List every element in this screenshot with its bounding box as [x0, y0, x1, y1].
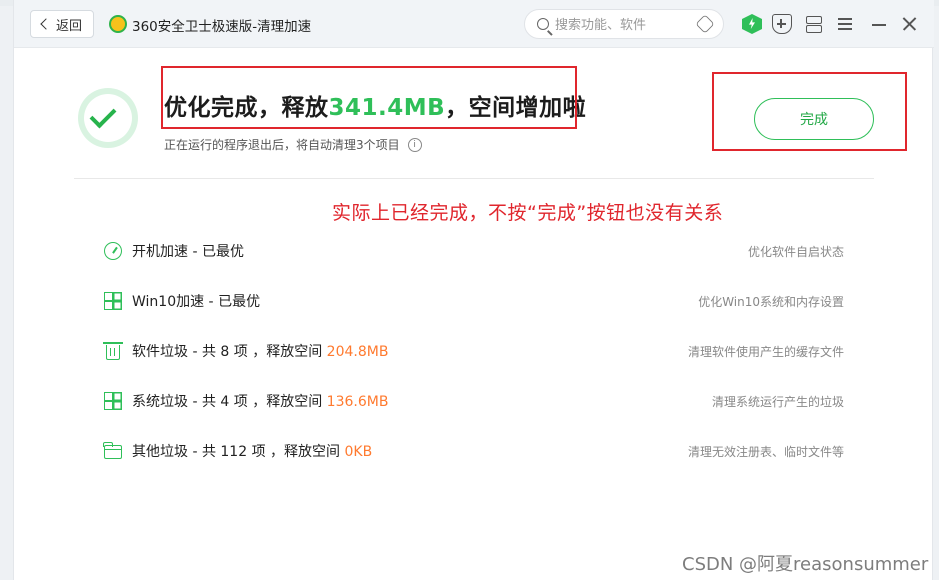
windows-icon: [104, 392, 122, 410]
list-item: Win10加速 - 已最优 优化Win10系统和内存设置: [104, 289, 844, 313]
item-label: 开机加速 - 已最优: [132, 244, 244, 260]
item-desc: 优化软件自启状态: [747, 244, 844, 259]
item-label: Win10加速 - 已最优: [132, 294, 261, 310]
item-desc: 清理系统运行产生的垃圾: [711, 394, 844, 409]
item-label: 系统垃圾 - 共 4 项 ，释放空间 136.6MB: [132, 394, 389, 410]
gauge-icon: [104, 242, 122, 260]
item-label: 软件垃圾 - 共 8 项 ，释放空间 204.8MB: [132, 344, 389, 360]
result-subline: 正在运行的程序退出后，将自动清理3个项目 i: [164, 136, 422, 153]
folder-icon: [103, 442, 122, 459]
list-item: 开机加速 - 已最优 优化软件自启状态: [104, 239, 844, 263]
watermark: CSDN @阿夏reasonsummer: [682, 554, 929, 575]
speed-boost-icon[interactable]: [742, 14, 762, 34]
app-title: 360安全卫士极速版-清理加速: [132, 19, 312, 35]
shield-hex-icon[interactable]: [695, 14, 715, 34]
search-input[interactable]: [555, 15, 695, 35]
item-desc: 清理软件使用产生的缓存文件: [687, 344, 844, 359]
annotation-note: 实际上已经完成，不按“完成”按钮也没有关系: [332, 202, 724, 224]
menu-icon[interactable]: [836, 14, 856, 34]
shield-plus-icon[interactable]: [772, 14, 792, 34]
list-item: 其他垃圾 - 共 112 项 ，释放空间 0KB 清理无效注册表、临时文件等: [103, 439, 844, 463]
chevron-left-icon: [40, 18, 52, 30]
skin-cards-icon[interactable]: [804, 14, 824, 34]
divider: [74, 178, 874, 179]
close-icon[interactable]: [900, 14, 920, 34]
title-bar: 返回 360安全卫士极速版-清理加速: [14, 0, 934, 48]
subline-text: 正在运行的程序退出后，将自动清理3个项目: [164, 138, 400, 152]
search-icon: [537, 18, 549, 30]
info-icon[interactable]: i: [407, 137, 422, 152]
app-logo-icon: [109, 15, 127, 33]
success-check-icon: [78, 88, 138, 148]
back-button[interactable]: 返回: [30, 10, 94, 38]
trash-icon: [103, 342, 123, 360]
annotation-box-button: [712, 72, 907, 151]
list-item: 系统垃圾 - 共 4 项 ，释放空间 136.6MB 清理系统运行产生的垃圾: [104, 389, 844, 413]
item-label: 其他垃圾 - 共 112 项 ，释放空间 0KB: [132, 444, 373, 460]
search-box[interactable]: [524, 9, 724, 39]
app-window: 返回 360安全卫士极速版-清理加速 优化完成，释放341.4MB，空间增加啦 …: [13, 0, 934, 580]
item-desc: 优化Win10系统和内存设置: [698, 294, 844, 309]
annotation-box-headline: [161, 66, 577, 129]
list-item: 软件垃圾 - 共 8 项 ，释放空间 204.8MB 清理软件使用产生的缓存文件: [103, 339, 844, 363]
windows-icon: [104, 292, 122, 310]
item-desc: 清理无效注册表、临时文件等: [687, 444, 844, 459]
back-button-label: 返回: [55, 18, 82, 34]
minimize-icon[interactable]: [870, 14, 890, 34]
